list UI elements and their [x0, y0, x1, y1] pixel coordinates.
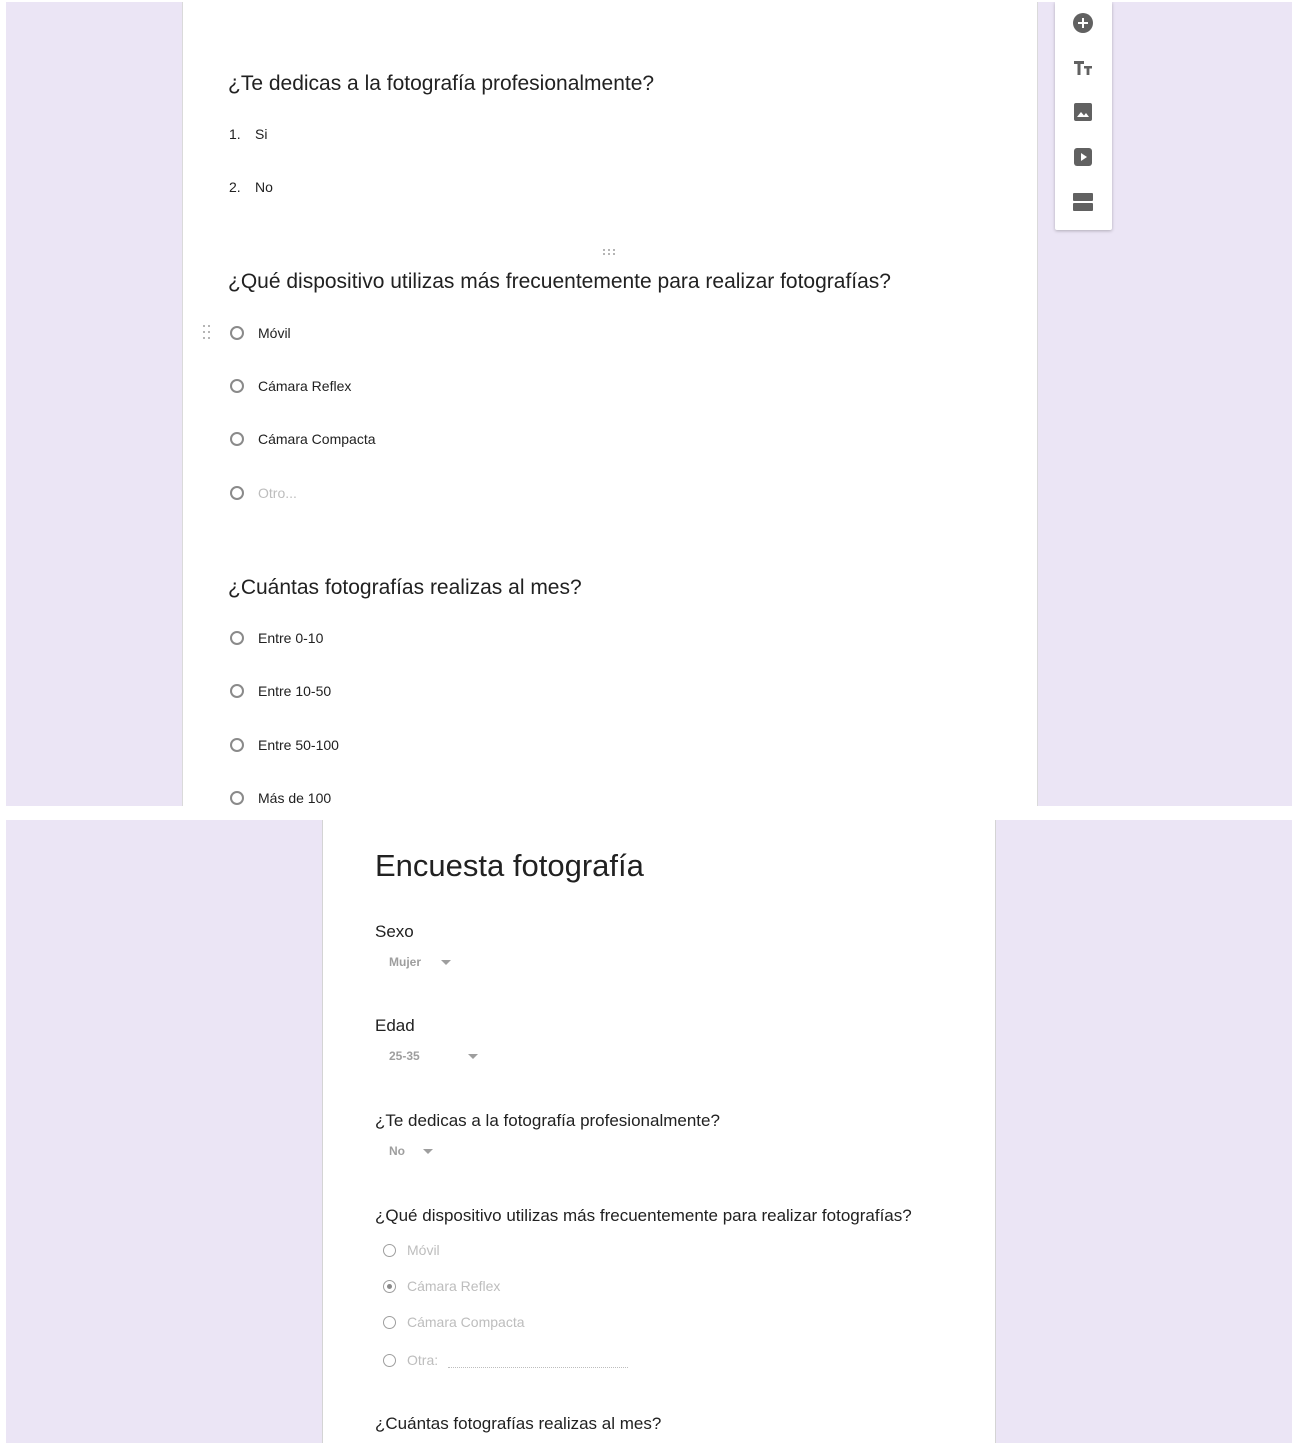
form-editor-panel: ¿Te dedicas a la fotografía profesionalm… — [6, 2, 1292, 806]
list-item[interactable]: 2. No — [229, 179, 273, 195]
radio-icon — [230, 379, 244, 393]
option-label[interactable]: Cámara Compacta — [258, 431, 376, 447]
option-label[interactable]: Más de 100 — [258, 790, 331, 806]
radio-checked-icon — [383, 1279, 396, 1293]
radio-option-label: Cámara Compacta — [407, 1314, 525, 1330]
other-option-placeholder[interactable]: Otro... — [258, 485, 297, 501]
radio-option[interactable]: Cámara Reflex — [383, 1277, 500, 1295]
question-drag-handle-icon[interactable] — [603, 249, 617, 255]
option-label[interactable]: Entre 10-50 — [258, 683, 331, 699]
add-title-icon[interactable] — [1071, 56, 1095, 80]
option-label[interactable]: Entre 0-10 — [258, 630, 323, 646]
option-label[interactable]: Cámara Reflex — [258, 378, 351, 394]
other-text-input[interactable] — [448, 1353, 629, 1368]
radio-option[interactable]: Cámara Compacta — [383, 1313, 525, 1331]
radio-icon — [230, 486, 244, 500]
radio-option-other[interactable]: Otra: — [383, 1351, 629, 1369]
option-row[interactable]: Entre 0-10 — [230, 628, 323, 648]
profesional-dropdown[interactable]: No — [389, 1143, 433, 1159]
radio-icon — [230, 432, 244, 446]
preview-card: Encuesta fotografía Sexo Mujer Edad 25-3… — [322, 820, 996, 1443]
dropdown-value: 25-35 — [389, 1049, 420, 1063]
question-title[interactable]: ¿Te dedicas a la fotografía profesionalm… — [228, 72, 654, 96]
add-question-icon[interactable] — [1071, 11, 1095, 35]
question-title[interactable]: ¿Cuántas fotografías realizas al mes? — [228, 576, 582, 600]
radio-icon — [230, 326, 244, 340]
option-row[interactable]: Entre 50-100 — [230, 735, 339, 755]
add-section-icon[interactable] — [1071, 190, 1095, 214]
dropdown-caret-icon — [423, 1148, 433, 1154]
dropdown-value: No — [389, 1144, 405, 1158]
editor-card: ¿Te dedicas a la fotografía profesionalm… — [182, 2, 1038, 806]
list-item-label[interactable]: No — [255, 179, 273, 195]
question-label: Edad — [375, 1016, 415, 1035]
option-row[interactable]: Cámara Compacta — [230, 429, 376, 449]
dropdown-caret-icon — [441, 959, 452, 965]
radio-icon — [230, 791, 244, 805]
option-row[interactable]: Móvil — [230, 323, 291, 343]
option-drag-handle-icon[interactable] — [203, 325, 211, 341]
radio-icon — [230, 738, 244, 752]
list-item-number: 1. — [229, 126, 241, 142]
radio-icon — [230, 684, 244, 698]
add-video-icon[interactable] — [1071, 145, 1095, 169]
radio-icon — [383, 1315, 396, 1329]
add-other-option[interactable]: Otro... — [230, 483, 297, 503]
question-label: Sexo — [375, 922, 414, 941]
radio-option[interactable]: Móvil — [383, 1241, 440, 1259]
option-row[interactable]: Entre 10-50 — [230, 681, 331, 701]
question-label: ¿Cuántas fotografías realizas al mes? — [375, 1414, 662, 1433]
option-row[interactable]: Más de 100 — [230, 788, 331, 806]
radio-option-label: Cámara Reflex — [407, 1278, 501, 1294]
list-item[interactable]: 1. Si — [229, 126, 267, 142]
sexo-dropdown[interactable]: Mujer — [389, 954, 452, 970]
question-title[interactable]: ¿Qué dispositivo utilizas más frecuentem… — [228, 270, 891, 294]
radio-option-label: Otra: — [407, 1352, 439, 1368]
radio-icon — [383, 1243, 396, 1257]
question-label: ¿Qué dispositivo utilizas más frecuentem… — [375, 1206, 912, 1225]
list-item-label[interactable]: Si — [255, 126, 267, 142]
option-label[interactable]: Móvil — [258, 325, 291, 341]
edad-dropdown[interactable]: 25-35 — [389, 1048, 478, 1064]
radio-option-label: Móvil — [407, 1242, 440, 1258]
dropdown-caret-icon — [467, 1053, 478, 1059]
list-item-number: 2. — [229, 179, 241, 195]
form-preview-panel: Encuesta fotografía Sexo Mujer Edad 25-3… — [6, 820, 1292, 1443]
radio-icon — [383, 1353, 396, 1367]
radio-icon — [230, 631, 244, 645]
option-row[interactable]: Cámara Reflex — [230, 376, 351, 396]
add-image-icon[interactable] — [1071, 100, 1095, 124]
option-label[interactable]: Entre 50-100 — [258, 737, 339, 753]
question-label: ¿Te dedicas a la fotografía profesionalm… — [375, 1111, 720, 1130]
form-title: Encuesta fotografía — [375, 848, 644, 883]
dropdown-value: Mujer — [389, 955, 422, 969]
side-toolbar — [1055, 2, 1112, 230]
